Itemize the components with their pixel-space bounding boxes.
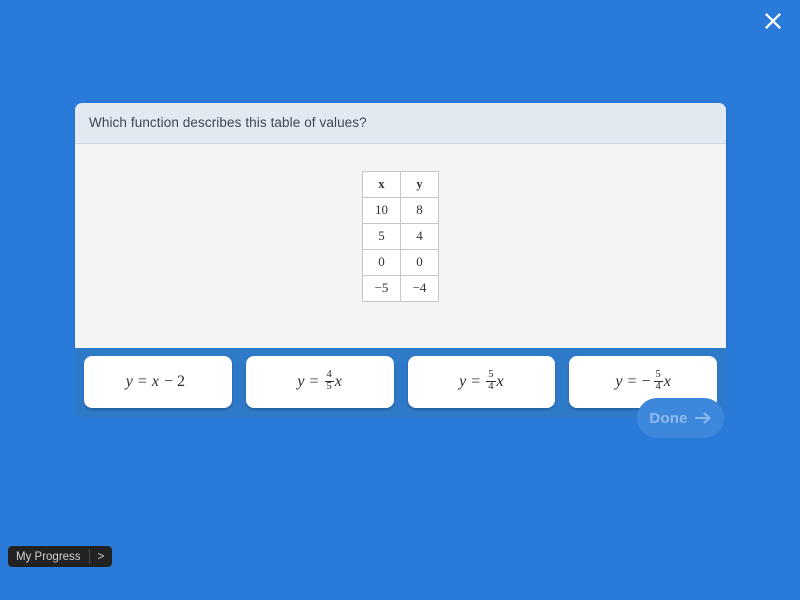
choice-2-numerator: 4 bbox=[326, 369, 332, 381]
table-header-y: y bbox=[400, 170, 439, 198]
table-cell-x: 10 bbox=[362, 196, 401, 224]
answer-choice-4-expression: y = − 5 4 x bbox=[615, 370, 671, 393]
done-button-label: Done bbox=[649, 409, 688, 427]
exercise-container: Which function describes this table of v… bbox=[75, 103, 726, 418]
table-cell-y: 4 bbox=[400, 222, 439, 250]
answer-choice-2[interactable]: y = 4 5 x bbox=[245, 355, 394, 408]
answer-choice-3[interactable]: y = 5 4 x bbox=[407, 355, 556, 408]
table-cell-y: 8 bbox=[400, 196, 439, 224]
table-row: −5 −4 bbox=[362, 274, 439, 302]
table-cell-x: −5 bbox=[362, 274, 401, 302]
choice-3-denominator: 4 bbox=[486, 381, 496, 393]
answer-choices-panel: y = x − 2 y = 4 5 x y = 5 4 x y = − 5 4 … bbox=[75, 347, 726, 418]
done-button[interactable]: Done bbox=[637, 398, 724, 438]
answer-choice-1[interactable]: y = x − 2 bbox=[84, 355, 232, 408]
choice-2-equals: = bbox=[309, 372, 319, 390]
choice-4-equals: = bbox=[627, 372, 637, 390]
table-cell-y: 0 bbox=[400, 248, 439, 276]
choice-2-denominator: 5 bbox=[324, 381, 334, 393]
choice-4-lhs: y bbox=[615, 372, 623, 390]
choice-2-lhs: y bbox=[297, 372, 305, 390]
table-cell-y: −4 bbox=[400, 274, 439, 302]
close-button[interactable] bbox=[756, 4, 790, 38]
arrow-right-icon bbox=[694, 412, 711, 424]
question-text: Which function describes this table of v… bbox=[89, 115, 367, 130]
table-row: 10 8 bbox=[362, 196, 439, 224]
choice-4-variable: x bbox=[663, 372, 671, 390]
table-row: 0 0 bbox=[362, 248, 439, 276]
choice-3-fraction: 5 4 bbox=[486, 369, 496, 393]
choice-2-fraction: 4 5 bbox=[324, 369, 334, 393]
choice-1-equals: = bbox=[137, 372, 147, 390]
choice-4-numerator: 5 bbox=[655, 369, 661, 381]
choice-4-negative-sign: − bbox=[641, 372, 651, 390]
my-progress-expand-toggle[interactable]: > bbox=[90, 546, 113, 567]
choice-4-fraction: 5 4 bbox=[653, 369, 663, 393]
my-progress-bar[interactable]: My Progress > bbox=[8, 546, 113, 567]
table-header-x: x bbox=[362, 170, 401, 198]
table-cell-x: 5 bbox=[362, 222, 401, 250]
choice-3-numerator: 5 bbox=[488, 369, 494, 381]
my-progress-label: My Progress bbox=[16, 550, 81, 563]
table-header-row: x y bbox=[362, 170, 439, 198]
answer-choice-3-expression: y = 5 4 x bbox=[459, 370, 504, 393]
choice-4-denominator: 4 bbox=[653, 381, 663, 393]
choice-1-variable: x bbox=[151, 372, 159, 390]
choice-3-lhs: y bbox=[459, 372, 467, 390]
answer-choice-2-expression: y = 4 5 x bbox=[297, 370, 342, 393]
choice-1-lhs: y bbox=[125, 372, 133, 390]
question-card: Which function describes this table of v… bbox=[75, 103, 726, 348]
choice-3-equals: = bbox=[471, 372, 481, 390]
answer-choice-1-expression: y = x − 2 bbox=[126, 373, 190, 391]
close-icon bbox=[765, 13, 781, 29]
choice-1-tail: − 2 bbox=[163, 372, 186, 390]
table-cell-x: 0 bbox=[362, 248, 401, 276]
choice-2-variable: x bbox=[334, 372, 342, 390]
question-header: Which function describes this table of v… bbox=[75, 103, 726, 144]
question-body: x y 10 8 5 4 0 0 −5 −4 bbox=[75, 143, 726, 348]
values-table: x y 10 8 5 4 0 0 −5 −4 bbox=[362, 170, 439, 302]
choice-3-variable: x bbox=[496, 372, 504, 390]
table-row: 5 4 bbox=[362, 222, 439, 250]
